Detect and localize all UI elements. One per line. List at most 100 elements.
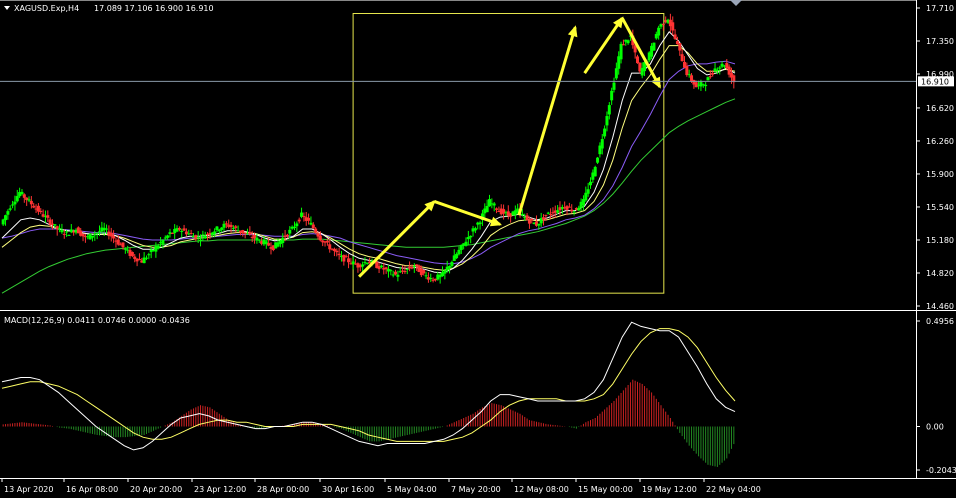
candle-body xyxy=(15,196,19,202)
candle-body xyxy=(584,192,588,201)
candle-body xyxy=(337,253,341,256)
candle-body xyxy=(379,265,383,268)
candle-body xyxy=(65,231,69,233)
candle-body xyxy=(342,254,346,262)
candle-body xyxy=(586,189,590,194)
candle-body xyxy=(527,220,531,224)
candle-body xyxy=(22,194,26,198)
candle-body xyxy=(288,229,292,234)
time-tick-label: 5 May 04:00 xyxy=(387,485,437,494)
candle-body xyxy=(556,210,560,213)
candle-body xyxy=(570,209,574,212)
candle-body xyxy=(530,218,534,221)
candle-body xyxy=(93,234,97,236)
candle-body xyxy=(4,215,8,221)
candle-body xyxy=(231,227,235,229)
macd-panel[interactable] xyxy=(0,311,916,478)
candle-body xyxy=(137,259,141,261)
candle-body xyxy=(652,42,656,51)
time-axis: 13 Apr 2020 16 Apr 08:00 20 Apr 20:00 23 Ap… xyxy=(1,478,761,494)
candle-body xyxy=(105,228,109,230)
candle-body xyxy=(678,43,682,51)
candle-body xyxy=(81,233,85,237)
candle-body xyxy=(60,229,64,233)
candle-body xyxy=(621,44,625,46)
candle-body xyxy=(123,248,127,250)
price-tick-label: 14.820 xyxy=(926,269,954,278)
candle-body xyxy=(292,226,296,229)
candle-body xyxy=(671,22,675,31)
candle-body xyxy=(182,228,186,231)
candle-body xyxy=(267,243,271,246)
candle-body xyxy=(619,43,623,60)
time-tick-label: 12 May 08:00 xyxy=(514,485,569,494)
candle-body xyxy=(62,233,66,235)
candle-body xyxy=(130,252,134,257)
candle-body xyxy=(309,222,313,225)
ohlc-values: 17.089 17.106 16.900 16.910 xyxy=(94,4,214,13)
candle-body xyxy=(53,224,57,226)
candle-body xyxy=(156,245,160,249)
candle-body xyxy=(403,271,407,273)
macd-axis: 0.4956 0.00 -0.2043 xyxy=(916,317,956,475)
time-tick-label: 7 May 20:00 xyxy=(451,485,501,494)
price-axis: 17.71017.35016.99016.62016.26015.90015.5… xyxy=(916,4,954,311)
candle-body xyxy=(572,211,576,213)
candle-body xyxy=(255,237,259,240)
candle-body xyxy=(577,207,581,211)
time-tick-label: 30 Apr 16:00 xyxy=(322,485,374,494)
candle-body xyxy=(46,215,50,218)
candle-body xyxy=(203,235,207,239)
candle-body xyxy=(347,258,351,263)
candle-body xyxy=(314,228,318,233)
candle-body xyxy=(344,256,348,258)
candle-body xyxy=(473,228,477,231)
candle-body xyxy=(11,204,15,206)
price-tick-label: 15.540 xyxy=(926,203,954,212)
candle-body xyxy=(680,54,684,62)
candle-body xyxy=(112,235,116,239)
candle-body xyxy=(234,226,238,228)
candle-body xyxy=(673,34,677,39)
trading-chart: XAGUSD.Exp,H4 17.089 17.106 16.900 16.91… xyxy=(0,0,956,494)
candle-body xyxy=(36,205,40,212)
candle-body xyxy=(257,239,261,241)
candle-body xyxy=(58,228,62,230)
candle-body xyxy=(1,219,5,225)
candle-body xyxy=(525,215,529,221)
candle-body xyxy=(281,237,285,244)
price-tick-label: 17.350 xyxy=(926,37,954,46)
candle-body xyxy=(567,206,571,208)
candle-body xyxy=(295,223,299,227)
candle-body xyxy=(596,157,600,163)
candle-body xyxy=(542,217,546,220)
candle-body xyxy=(328,244,332,250)
candle-body xyxy=(396,274,400,277)
candle-body xyxy=(166,235,170,238)
candle-body xyxy=(332,248,336,252)
candle-body xyxy=(13,201,17,205)
candle-body xyxy=(412,266,416,268)
candle-body xyxy=(459,244,463,250)
time-tick-label: 23 Apr 12:00 xyxy=(194,485,246,494)
candle-body xyxy=(201,234,205,236)
candle-body xyxy=(450,261,454,267)
candle-body xyxy=(600,139,604,149)
candle-body xyxy=(215,226,219,230)
time-tick-label: 19 May 12:00 xyxy=(642,485,697,494)
candle-body xyxy=(685,65,689,76)
candle-body xyxy=(311,224,315,229)
time-tick-label: 15 May 00:00 xyxy=(578,485,633,494)
current-price-label: 16.910 xyxy=(921,77,949,86)
macd-tick-label: 0.4956 xyxy=(926,317,954,326)
candle-body xyxy=(708,76,712,78)
time-tick-label: 13 Apr 2020 xyxy=(4,485,53,494)
price-tick-label: 16.260 xyxy=(926,137,954,146)
candle-body xyxy=(492,203,496,206)
candle-body xyxy=(180,230,184,232)
candle-body xyxy=(302,216,306,218)
candle-body xyxy=(443,270,447,274)
candle-body xyxy=(546,212,550,214)
candle-body xyxy=(217,229,221,232)
candle-body xyxy=(20,191,24,195)
